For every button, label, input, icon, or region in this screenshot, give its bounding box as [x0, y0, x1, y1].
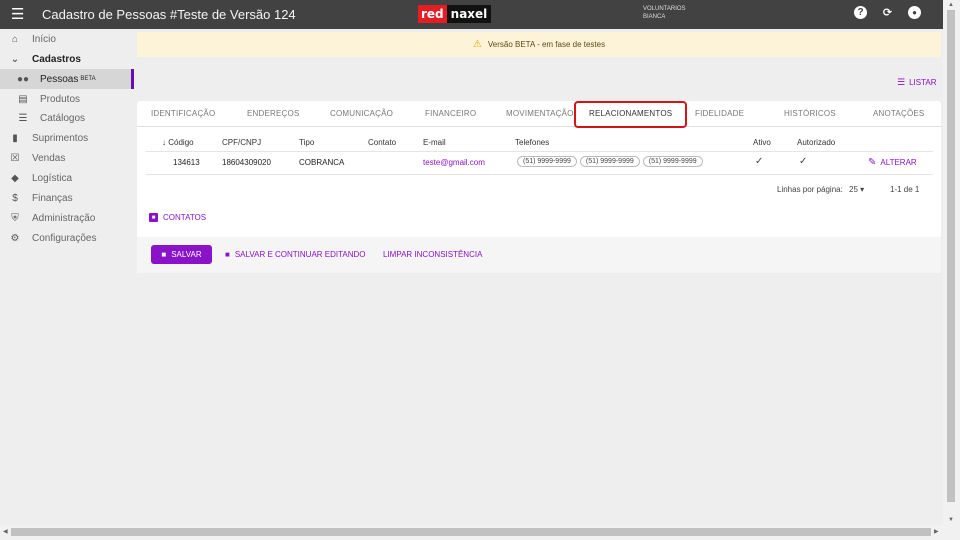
rows-per-page-select[interactable]: 25 ▾	[849, 185, 864, 194]
save-icon: ■	[225, 250, 230, 259]
pencil-icon: ✎	[868, 157, 877, 168]
horizontal-scrollbar[interactable]: ◀ ▶	[0, 525, 943, 540]
active-tab-highlight	[574, 101, 687, 128]
cell-tipo: COBRANCA	[299, 158, 345, 167]
contatos-button[interactable]: ■ CONTATOS	[149, 213, 206, 222]
menu-icon[interactable]: ☰	[11, 7, 35, 22]
check-icon: ✓	[755, 156, 764, 167]
column-header-codigo[interactable]: ↓ Código	[162, 138, 194, 147]
save-button[interactable]: ■ SALVAR	[151, 245, 212, 264]
dropdown-arrow-icon: ▾	[857, 185, 865, 194]
column-header-tipo[interactable]: Tipo	[299, 138, 314, 147]
sidebar-item-catalogos[interactable]: ☰ Catálogos	[0, 109, 134, 128]
column-header-ativo[interactable]: Ativo	[753, 138, 771, 147]
save-continue-button[interactable]: ■ SALVAR E CONTINUAR EDITANDO	[225, 245, 366, 264]
refresh-icon[interactable]: ⟳	[881, 6, 894, 19]
tab-identificacao[interactable]: IDENTIFICAÇÃO	[151, 101, 215, 127]
sidebar-item-suprimentos[interactable]: ▮ Suprimentos	[0, 128, 134, 148]
sidebar-item-produtos[interactable]: ▤ Produtos	[0, 89, 134, 109]
column-header-email[interactable]: E-mail	[423, 138, 446, 147]
contact-card-icon: ■	[149, 213, 158, 222]
gear-icon: ⚙	[10, 232, 20, 244]
column-header-contato[interactable]: Contato	[368, 138, 396, 147]
tab-historicos[interactable]: HISTÓRICOS	[784, 101, 836, 127]
scroll-up-icon[interactable]: ▲	[948, 2, 954, 8]
clear-inconsistency-button[interactable]: LIMPAR INCONSISTÊNCIA	[383, 245, 482, 264]
header-divider	[146, 151, 933, 152]
sidebar: ⌂ Início ⌄ Cadastros ●● Pessoas BETA ▤ Pr…	[0, 29, 134, 248]
form-card: IDENTIFICAÇÃO ENDEREÇOS COMUNICAÇÃO FINA…	[137, 101, 941, 273]
column-header-cpf[interactable]: CPF/CNPJ	[222, 138, 261, 147]
chevron-down-icon: ⌄	[10, 53, 20, 65]
scroll-right-icon[interactable]: ▶	[934, 528, 939, 535]
check-icon: ✓	[799, 156, 808, 167]
scroll-down-icon[interactable]: ▼	[948, 517, 954, 523]
book-icon: ▤	[18, 93, 28, 105]
people-icon: ●●	[16, 73, 30, 85]
tab-anotacoes[interactable]: ANOTAÇÕES	[873, 101, 924, 127]
save-icon: ■	[161, 250, 167, 259]
cell-email[interactable]: teste@gmail.com	[423, 158, 485, 167]
phone-chip: (51) 9999-9999	[579, 156, 640, 167]
sidebar-item-administracao[interactable]: ⛨ Administração	[0, 208, 134, 228]
column-header-autorizado[interactable]: Autorizado	[797, 138, 835, 147]
tab-fidelidade[interactable]: FIDELIDADE	[695, 101, 744, 127]
cell-telefones: (51) 9999-9999 (51) 9999-9999 (51) 9999-99…	[517, 156, 706, 167]
diamond-icon: ◆	[11, 172, 19, 184]
row-divider	[146, 174, 933, 175]
tab-comunicacao[interactable]: COMUNICAÇÃO	[330, 101, 393, 127]
money-icon: $	[12, 192, 18, 204]
app-title: Cadastro de Pessoas #Teste de Versão 124	[42, 7, 296, 22]
top-app-bar: ☰ Cadastro de Pessoas #Teste de Versão 1…	[0, 0, 943, 29]
sidebar-item-inicio[interactable]: ⌂ Início	[0, 29, 134, 49]
warning-icon: ⚠	[472, 39, 482, 50]
listar-button[interactable]: ☰ LISTAR	[897, 77, 937, 88]
phone-chip: (51) 9999-9999	[642, 156, 703, 167]
list-icon: ☰	[897, 77, 906, 87]
list-icon: ☰	[18, 113, 28, 124]
sidebar-item-configuracoes[interactable]: ⚙ Configurações	[0, 228, 134, 248]
column-header-telefones[interactable]: Telefones	[515, 138, 549, 147]
beta-badge: BETA	[80, 76, 96, 82]
sidebar-item-pessoas[interactable]: ●● Pessoas BETA	[0, 69, 134, 89]
sidebar-item-logistica[interactable]: ◆ Logística	[0, 168, 134, 188]
phone-chip: (51) 9999-9999	[517, 156, 577, 167]
cell-codigo: 134613	[173, 158, 200, 167]
tab-enderecos[interactable]: ENDEREÇOS	[247, 101, 299, 127]
action-bar: ■ SALVAR ■ SALVAR E CONTINUAR EDITANDO L…	[137, 237, 941, 273]
sidebar-item-financas[interactable]: $ Finanças	[0, 188, 134, 208]
account-icon[interactable]: ●	[908, 6, 921, 19]
organization-label[interactable]: VOLUNTARIOS BIANCA	[643, 5, 686, 21]
tab-movimentacao[interactable]: MOVIMENTAÇÃO	[506, 101, 574, 127]
tab-bar: IDENTIFICAÇÃO ENDEREÇOS COMUNICAÇÃO FINA…	[137, 101, 941, 128]
rednaxel-logo: red naxel	[418, 5, 492, 23]
tab-financeiro[interactable]: FINANCEIRO	[425, 101, 476, 127]
alterar-button[interactable]: ✎ ALTERAR	[868, 157, 917, 168]
scroll-thumb[interactable]	[947, 10, 955, 502]
vertical-scrollbar[interactable]: ▲ ▼	[943, 0, 960, 540]
rows-per-page-label: Linhas por página:	[777, 185, 843, 194]
beta-banner: ⚠ Versão BETA - em fase de testes	[137, 32, 941, 57]
home-icon: ⌂	[11, 33, 19, 45]
cart-icon: ☒	[10, 152, 20, 164]
shield-icon: ⛨	[11, 212, 19, 224]
cell-cpf: 18604309020	[222, 158, 271, 167]
pagination-range: 1-1 de 1	[890, 185, 920, 194]
inventory-icon: ▮	[12, 132, 18, 144]
sidebar-item-vendas[interactable]: ☒ Vendas	[0, 148, 134, 168]
scroll-thumb[interactable]	[11, 528, 931, 536]
sidebar-group-cadastros[interactable]: ⌄ Cadastros	[0, 49, 134, 69]
help-icon[interactable]: ?	[854, 6, 867, 19]
scroll-left-icon[interactable]: ◀	[3, 528, 8, 535]
